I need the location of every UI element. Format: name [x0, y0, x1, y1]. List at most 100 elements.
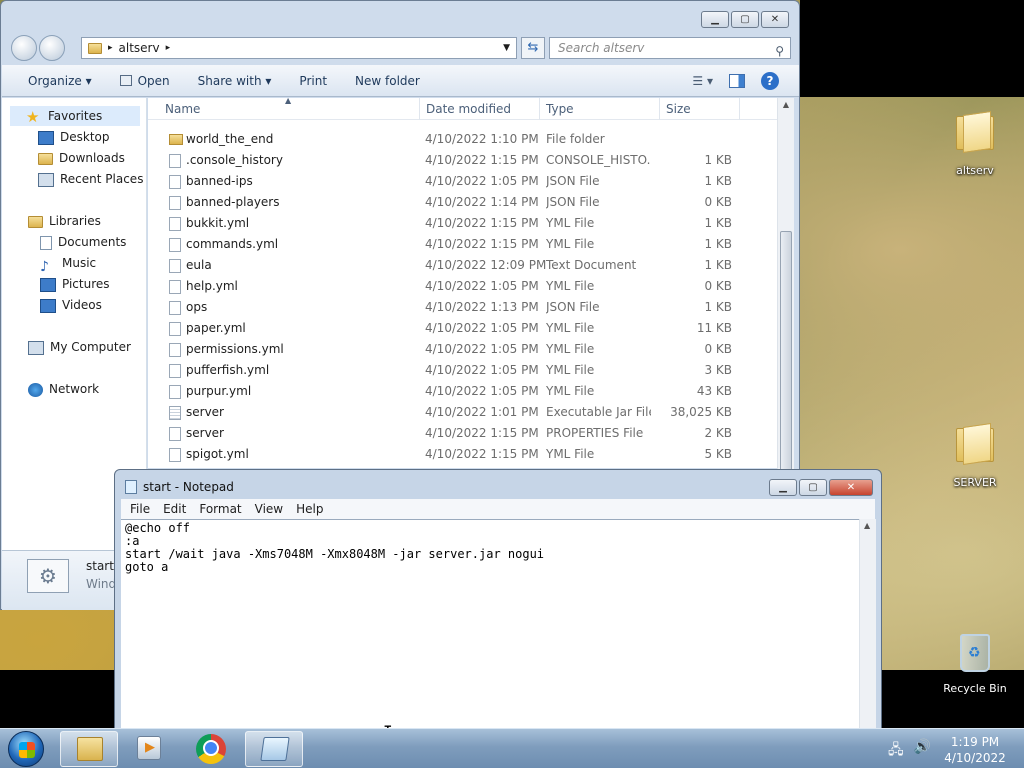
close-button[interactable]: ✕: [761, 11, 789, 28]
clock[interactable]: 1:19 PM 4/10/2022: [940, 734, 1010, 766]
folder-icon: [953, 428, 997, 472]
menu-bar: File Edit Format View Help: [121, 499, 875, 519]
table-row[interactable]: server 4/10/2022 1:01 PM Executable Jar …: [148, 402, 778, 423]
file-name: banned-players: [186, 195, 280, 209]
menu-file[interactable]: File: [130, 502, 150, 516]
nav-pictures[interactable]: Pictures: [40, 274, 110, 294]
preview-pane-icon[interactable]: [729, 74, 745, 88]
table-row[interactable]: world_the_end 4/10/2022 1:10 PM File fol…: [148, 129, 778, 150]
file-date: 4/10/2022 1:05 PM: [425, 342, 539, 356]
command-bar: Organize ▾ Open Share with ▾ Print New f…: [2, 65, 799, 97]
desktop-icon-recycle-bin[interactable]: Recycle Bin: [940, 630, 1010, 695]
column-divider[interactable]: [739, 98, 740, 120]
text-editor[interactable]: @echo off:a start /wait java -Xms7048M -X…: [121, 519, 859, 740]
scroll-up-icon[interactable]: ▲: [781, 100, 791, 109]
forward-button[interactable]: [39, 35, 65, 61]
table-row[interactable]: banned-ips 4/10/2022 1:05 PM JSON File 1…: [148, 171, 778, 192]
file-date: 4/10/2022 1:14 PM: [425, 195, 539, 209]
back-button[interactable]: [11, 35, 37, 61]
column-divider[interactable]: [419, 98, 420, 120]
address-bar[interactable]: ▸ altserv ▸ ▼: [81, 37, 517, 59]
maximize-button[interactable]: ▢: [799, 479, 827, 496]
start-button[interactable]: [8, 731, 44, 767]
minimize-button[interactable]: ▁: [701, 11, 729, 28]
file-date: 4/10/2022 1:05 PM: [425, 174, 539, 188]
file-date: 4/10/2022 12:09 PM: [425, 258, 547, 272]
column-name[interactable]: Name: [165, 102, 200, 116]
table-row[interactable]: .console_history 4/10/2022 1:15 PM CONSO…: [148, 150, 778, 171]
nav-favorites[interactable]: ★ Favorites: [10, 106, 140, 126]
breadcrumb-altserv[interactable]: altserv: [119, 41, 160, 55]
nav-libraries[interactable]: Libraries: [28, 211, 101, 231]
nav-label: Music: [62, 256, 97, 270]
new-folder-button[interactable]: New folder: [355, 74, 420, 88]
table-row[interactable]: server 4/10/2022 1:15 PM PROPERTIES File…: [148, 423, 778, 444]
table-row[interactable]: bukkit.yml 4/10/2022 1:15 PM YML File 1 …: [148, 213, 778, 234]
nav-videos[interactable]: Videos: [40, 295, 102, 315]
refresh-button[interactable]: ⇆: [521, 37, 545, 59]
chrome-icon: [196, 734, 226, 764]
column-divider[interactable]: [539, 98, 540, 120]
taskbar-media-player[interactable]: [121, 731, 179, 767]
help-icon[interactable]: ?: [761, 72, 779, 90]
table-row[interactable]: paper.yml 4/10/2022 1:05 PM YML File 11 …: [148, 318, 778, 339]
column-type[interactable]: Type: [546, 102, 574, 116]
column-divider[interactable]: [659, 98, 660, 120]
file-size: 1 KB: [704, 300, 732, 314]
nav-documents[interactable]: Documents: [40, 232, 126, 252]
scroll-up-icon[interactable]: ▲: [864, 521, 870, 530]
taskbar-chrome[interactable]: [182, 731, 240, 767]
menu-format[interactable]: Format: [199, 502, 241, 516]
organize-button[interactable]: Organize ▾: [28, 74, 92, 88]
table-row[interactable]: purpur.yml 4/10/2022 1:05 PM YML File 43…: [148, 381, 778, 402]
nav-desktop[interactable]: Desktop: [38, 127, 110, 147]
volume-icon[interactable]: 🔊: [914, 739, 931, 763]
desktop-icon-server[interactable]: SERVER: [940, 422, 1010, 489]
open-button[interactable]: Open: [119, 74, 170, 88]
file-size: 1 KB: [704, 174, 732, 188]
menu-help[interactable]: Help: [296, 502, 323, 516]
file-type: CONSOLE_HISTO...: [546, 153, 651, 167]
folder-icon: [953, 116, 997, 160]
taskbar-explorer[interactable]: [60, 731, 118, 767]
network-tray-icon[interactable]: 🖧: [888, 739, 904, 763]
file-date: 4/10/2022 1:15 PM: [425, 426, 539, 440]
file-name: bukkit.yml: [186, 216, 250, 230]
editor-scrollbar[interactable]: ▲: [859, 519, 876, 731]
nav-downloads[interactable]: Downloads: [38, 148, 125, 168]
table-row[interactable]: banned-players 4/10/2022 1:14 PM JSON Fi…: [148, 192, 778, 213]
nav-recent-places[interactable]: Recent Places: [38, 169, 143, 189]
share-with-button[interactable]: Share with ▾: [198, 74, 272, 88]
table-row[interactable]: spigot.yml 4/10/2022 1:15 PM YML File 5 …: [148, 444, 778, 465]
search-input[interactable]: Search altserv ⚲: [549, 37, 791, 59]
table-row[interactable]: ops 4/10/2022 1:13 PM JSON File 1 KB: [148, 297, 778, 318]
print-button[interactable]: Print: [299, 74, 327, 88]
menu-edit[interactable]: Edit: [163, 502, 186, 516]
search-icon[interactable]: ⚲: [775, 41, 784, 61]
desktop-icon: [38, 130, 54, 145]
menu-view[interactable]: View: [255, 502, 283, 516]
taskbar: 🖧 🔊 1:19 PM 4/10/2022: [0, 728, 1024, 768]
table-row[interactable]: eula 4/10/2022 12:09 PM Text Document 1 …: [148, 255, 778, 276]
column-date-modified[interactable]: Date modified: [426, 102, 511, 116]
view-options-icon[interactable]: ☰ ▾: [692, 74, 713, 88]
nav-network[interactable]: Network: [28, 379, 99, 399]
column-size[interactable]: Size: [666, 102, 691, 116]
nav-music[interactable]: ♪ Music: [40, 253, 97, 275]
address-dropdown-icon[interactable]: ▼: [503, 43, 510, 53]
minimize-button[interactable]: ▁: [769, 479, 797, 496]
table-row[interactable]: pufferfish.yml 4/10/2022 1:05 PM YML Fil…: [148, 360, 778, 381]
nav-my-computer[interactable]: My Computer: [28, 337, 131, 357]
computer-icon: [28, 340, 44, 355]
table-row[interactable]: permissions.yml 4/10/2022 1:05 PM YML Fi…: [148, 339, 778, 360]
close-button[interactable]: ✕: [829, 479, 873, 496]
maximize-button[interactable]: ▢: [731, 11, 759, 28]
explorer-icon: [77, 737, 103, 761]
file-date: 4/10/2022 1:15 PM: [425, 237, 539, 251]
details-file-name: start: [86, 559, 114, 573]
file-size: 2 KB: [704, 426, 732, 440]
table-row[interactable]: help.yml 4/10/2022 1:05 PM YML File 0 KB: [148, 276, 778, 297]
taskbar-notepad[interactable]: [245, 731, 303, 767]
desktop-icon-altserv[interactable]: altserv: [940, 110, 1010, 177]
table-row[interactable]: commands.yml 4/10/2022 1:15 PM YML File …: [148, 234, 778, 255]
